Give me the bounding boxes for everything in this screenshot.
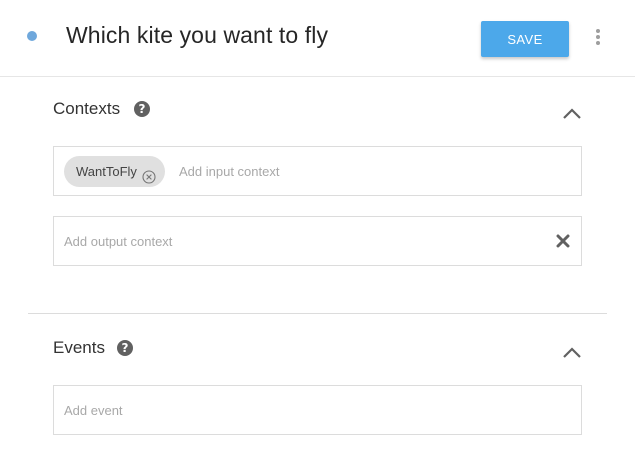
- more-dot: [596, 29, 600, 33]
- events-section-title: Events: [53, 338, 105, 357]
- save-button[interactable]: SAVE: [481, 21, 569, 57]
- clear-icon[interactable]: [556, 234, 570, 248]
- input-context-input[interactable]: [179, 161, 569, 181]
- more-dot: [596, 35, 600, 39]
- contexts-collapse-chevron-up-icon[interactable]: [562, 107, 582, 121]
- input-context-chip[interactable]: WantToFly: [64, 156, 165, 187]
- event-input[interactable]: [64, 400, 569, 420]
- input-context-field[interactable]: WantToFly: [53, 146, 582, 196]
- input-context-chip-label: WantToFly: [76, 164, 137, 179]
- output-context-input[interactable]: [64, 231, 534, 251]
- intent-title[interactable]: Which kite you want to fly: [66, 22, 328, 49]
- chip-remove-icon[interactable]: [142, 164, 156, 184]
- more-dot: [596, 41, 600, 45]
- events-help-icon[interactable]: ?: [117, 340, 133, 356]
- contexts-help-icon[interactable]: ?: [134, 101, 150, 117]
- intent-editor: Which kite you want to fly SAVE Contexts…: [0, 0, 635, 470]
- intent-header: Which kite you want to fly SAVE: [0, 0, 635, 77]
- section-divider: [28, 313, 607, 314]
- output-context-field[interactable]: [53, 216, 582, 266]
- status-dot-icon: [27, 31, 37, 41]
- events-collapse-chevron-up-icon[interactable]: [562, 346, 582, 360]
- more-vert-icon[interactable]: [591, 27, 605, 47]
- event-field[interactable]: [53, 385, 582, 435]
- contexts-section-title: Contexts: [53, 99, 121, 118]
